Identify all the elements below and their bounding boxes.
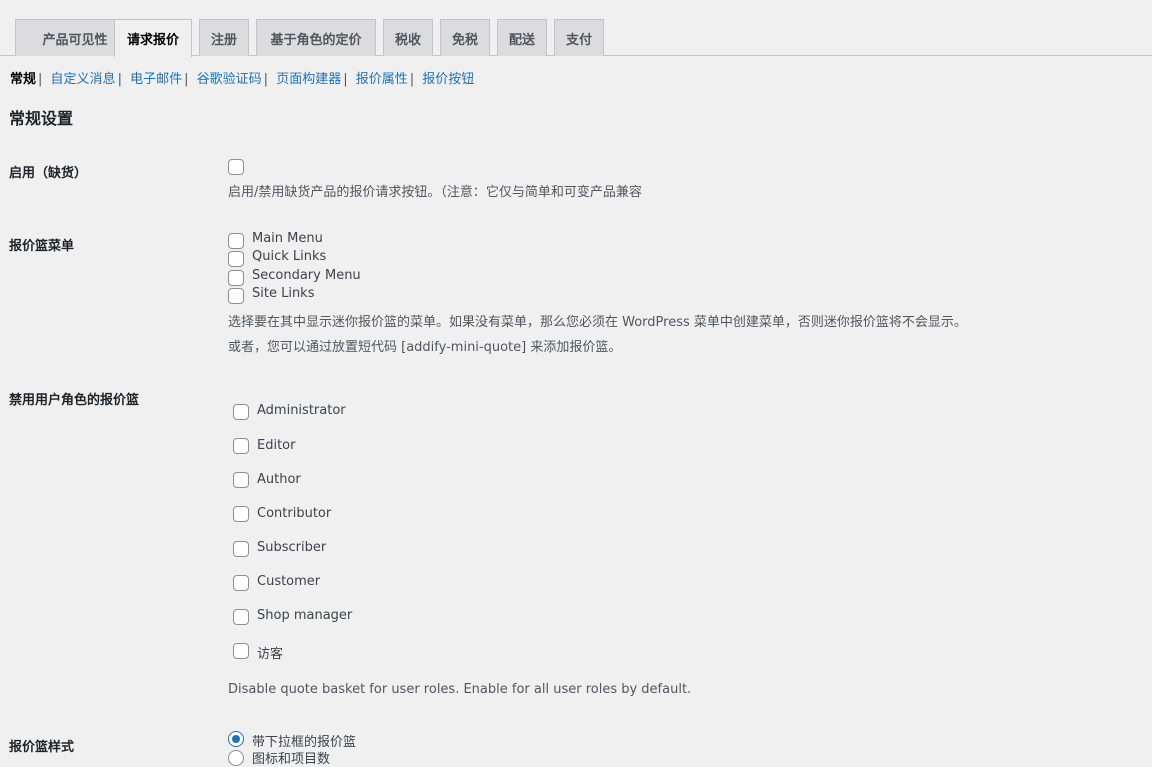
role-checkbox-administrator[interactable] [233,404,249,420]
subnav-general: 常规 [10,72,37,87]
role-option-administrator: Administrator [257,403,346,418]
menu-option-secondary: Secondary Menu [252,268,361,283]
subnav-recaptcha[interactable]: 谷歌验证码 [197,72,262,87]
basket-menu-description: 选择要在其中显示迷你报价篮的菜单。如果没有菜单，那么您必须在 WordPress… [228,315,967,330]
disable-roles-label: 禁用用户角色的报价篮 [9,393,140,408]
role-option-guest: 访客 [257,647,284,662]
tab-role-pricing[interactable]: 基于角色的定价 [256,19,376,56]
role-option-customer: Customer [257,574,321,589]
menu-option-site-links: Site Links [252,286,315,301]
role-option-author: Author [257,472,301,487]
style-option-icon-count: 图标和项目数 [252,752,331,767]
out-of-stock-label: 启用（缺货） [9,166,88,181]
role-option-shop-manager: Shop manager [257,608,353,623]
role-checkbox-author[interactable] [233,472,249,488]
tab-request-quote[interactable]: 请求报价 [114,19,192,57]
menu-checkbox-site-links[interactable] [228,288,244,304]
sub-navigation: 常规 | 自定义消息 | 电子邮件 | 谷歌验证码 | 页面构建器 | 报价属性 | 报价按… [10,72,475,87]
basket-menu-shortcode-note: 或者，您可以通过放置短代码 [addify-mini-quote] 来添加报价篮… [228,340,622,355]
tab-shipping[interactable]: 配送 [497,19,547,56]
subnav-custom-messages[interactable]: 自定义消息 [51,72,116,87]
subnav-quote-button[interactable]: 报价按钮 [422,72,474,87]
role-option-editor: Editor [257,438,296,453]
role-checkbox-shop-manager[interactable] [233,609,249,625]
basket-menu-label: 报价篮菜单 [9,239,75,254]
menu-checkbox-secondary[interactable] [228,270,244,286]
role-checkbox-guest[interactable] [233,643,249,659]
menu-option-quick-links: Quick Links [252,249,327,264]
role-checkbox-subscriber[interactable] [233,541,249,557]
tab-payment[interactable]: 支付 [554,19,604,56]
out-of-stock-description: 启用/禁用缺货产品的报价请求按钮。（注意：它仅与简单和可变产品兼容 [228,185,642,200]
disable-roles-description: Disable quote basket for user roles. Ena… [228,682,692,697]
style-radio-dropdown[interactable] [228,731,244,747]
menu-checkbox-quick-links[interactable] [228,251,244,267]
menu-checkbox-main[interactable] [228,233,244,249]
tab-tax-exempt[interactable]: 免税 [440,19,490,56]
subnav-page-builder[interactable]: 页面构建器 [276,72,341,87]
role-checkbox-contributor[interactable] [233,506,249,522]
role-checkbox-editor[interactable] [233,438,249,454]
subnav-quote-fields[interactable]: 报价属性 [356,72,408,87]
section-title: 常规设置 [9,109,74,128]
subnav-email[interactable]: 电子邮件 [130,72,182,87]
role-option-contributor: Contributor [257,506,332,521]
role-option-subscriber: Subscriber [257,540,327,555]
role-checkbox-customer[interactable] [233,575,249,591]
settings-tab-bar: 产品可见性 请求报价 注册 基于角色的定价 税收 免税 配送 支付 [0,0,1152,57]
tab-registration[interactable]: 注册 [199,19,249,56]
tab-tax[interactable]: 税收 [383,19,433,56]
menu-option-main: Main Menu [252,231,323,246]
basket-style-label: 报价篮样式 [9,740,75,755]
out-of-stock-checkbox[interactable] [228,159,244,175]
